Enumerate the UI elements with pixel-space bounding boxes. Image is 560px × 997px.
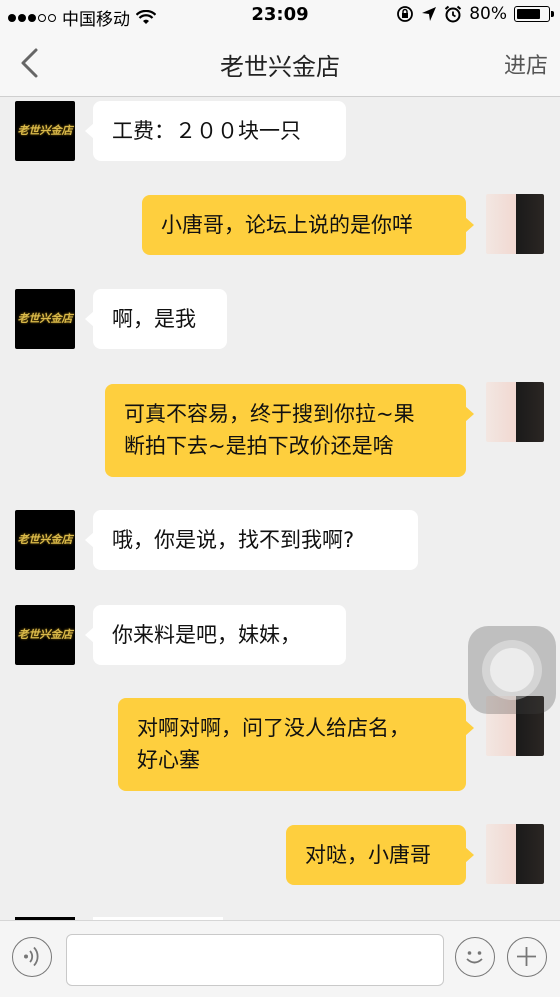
- incoming-message-bubble[interactable]: 啊，是我: [85, 289, 227, 349]
- location-icon: [422, 7, 437, 21]
- message-text: 啊，是我: [112, 307, 196, 331]
- emoji-icon: [466, 951, 483, 964]
- nav-bar: 老世兴金店 进店: [0, 30, 560, 97]
- message-text: 哦，你是说，找不到我啊?: [112, 528, 355, 552]
- outgoing-message-bubble[interactable]: 对哒，小唐哥: [286, 825, 474, 885]
- alarm-icon: [445, 5, 462, 23]
- message-text-line: 断拍下去~是拍下改价还是啥: [124, 434, 394, 458]
- enter-store-button[interactable]: 进店: [504, 48, 548, 80]
- emoji-button[interactable]: [455, 937, 495, 977]
- store-avatar-text: 老世兴金店: [17, 124, 73, 137]
- store-avatar-text: 老世兴金店: [17, 628, 73, 641]
- store-avatar[interactable]: 老世兴金店: [15, 510, 75, 570]
- store-avatar[interactable]: 老世兴金店: [15, 289, 75, 349]
- user-avatar[interactable]: [486, 382, 544, 442]
- message-text: 你来料是吧，妹妹，: [112, 623, 301, 647]
- page-title: 老世兴金店: [220, 53, 340, 81]
- message-text-line: 对啊对啊，问了没人给店名，: [137, 716, 410, 740]
- battery-percent: 80%: [469, 4, 507, 24]
- message-text-line: 可真不容易，终于搜到你拉~果: [124, 402, 415, 426]
- user-avatar[interactable]: [486, 194, 544, 254]
- message-list[interactable]: 老世兴金店 工费：２００块一只 小唐哥，论坛上说的是你咩 老世兴金店 啊，是我 …: [0, 97, 560, 920]
- assistive-touch-center: [490, 648, 534, 692]
- message-text-line: 好心塞: [137, 748, 200, 772]
- user-avatar[interactable]: [486, 824, 544, 884]
- store-avatar[interactable]: 老世兴金店: [15, 101, 75, 161]
- message-input[interactable]: [66, 934, 444, 986]
- battery-icon: [514, 6, 554, 22]
- status-right: 80%: [396, 4, 554, 24]
- assistive-touch-button[interactable]: [468, 626, 556, 714]
- outgoing-message-bubble[interactable]: 可真不容易，终于搜到你拉~果 断拍下去~是拍下改价还是啥: [105, 384, 474, 477]
- message-text: 对哒，小唐哥: [305, 843, 431, 867]
- outgoing-message-bubble[interactable]: 对啊对啊，问了没人给店名， 好心塞: [118, 698, 474, 791]
- rotation-lock-icon: [397, 6, 414, 22]
- store-avatar-text: 老世兴金店: [17, 533, 73, 546]
- incoming-message-bubble[interactable]: 工费：２００块一只: [85, 101, 346, 161]
- incoming-message-bubble[interactable]: 你来料是吧，妹妹，: [85, 605, 346, 665]
- input-bar: [0, 920, 560, 997]
- store-avatar-text: 老世兴金店: [17, 312, 73, 325]
- plus-icon: [517, 947, 536, 966]
- status-bar: 中国移动 23:09 80%: [0, 0, 560, 30]
- store-avatar[interactable]: 老世兴金店: [15, 605, 75, 665]
- message-text: 工费：２００块一只: [112, 119, 301, 143]
- more-button[interactable]: [507, 937, 547, 977]
- incoming-message-bubble[interactable]: 哦，你是说，找不到我啊?: [85, 510, 418, 570]
- voice-button[interactable]: [12, 937, 52, 977]
- battery-fill: [517, 9, 540, 19]
- voice-icon: [24, 946, 39, 967]
- outgoing-message-bubble[interactable]: 小唐哥，论坛上说的是你咩: [142, 195, 474, 255]
- message-text: 小唐哥，论坛上说的是你咩: [161, 213, 413, 237]
